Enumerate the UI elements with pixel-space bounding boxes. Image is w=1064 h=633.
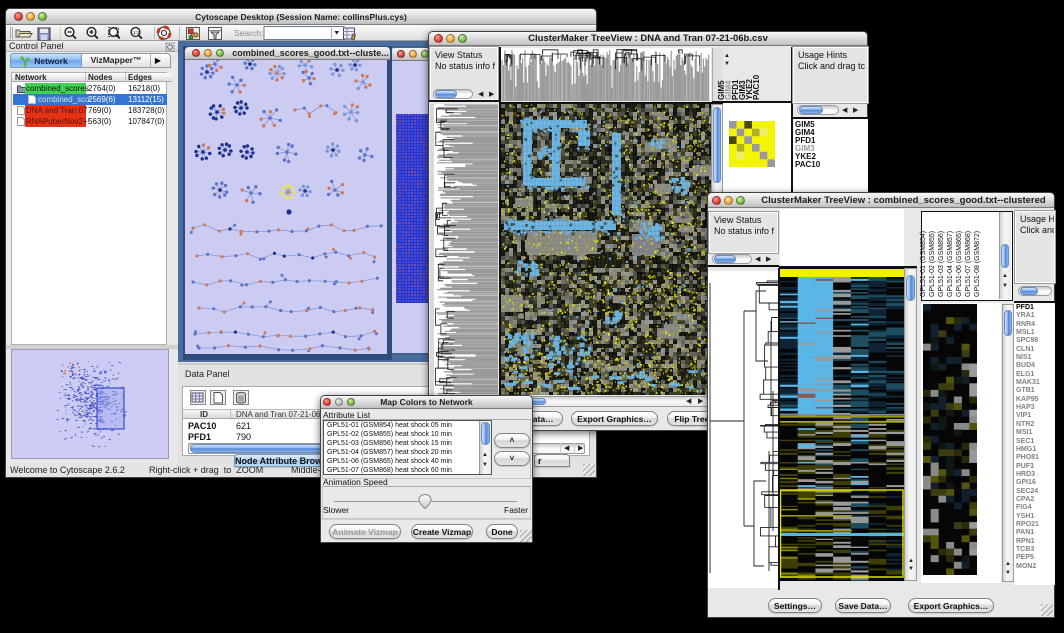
svg-text:1:1: 1:1 (133, 30, 140, 35)
svg-text:Search:: Search: (234, 28, 263, 38)
